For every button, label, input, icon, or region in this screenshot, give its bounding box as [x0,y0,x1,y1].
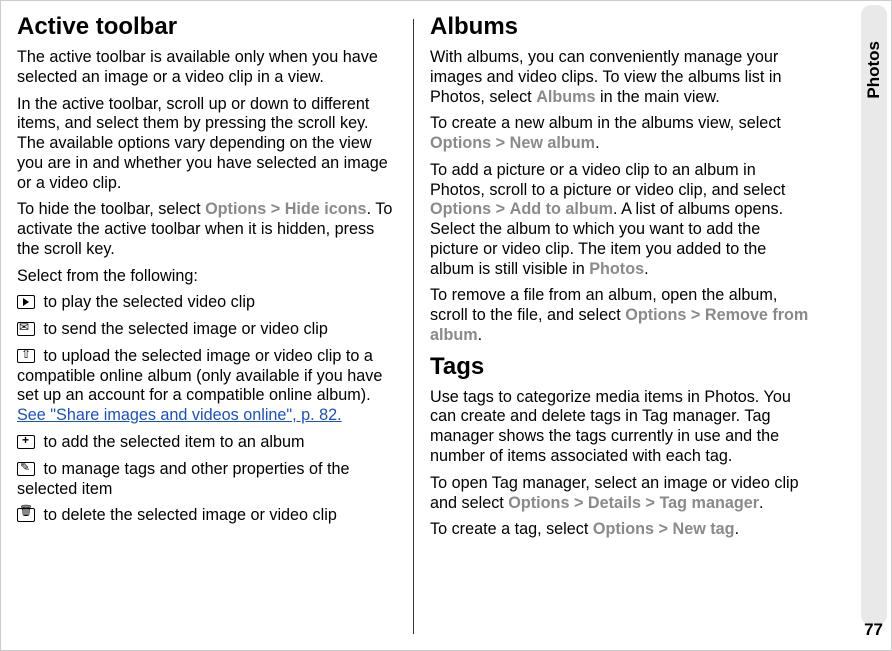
menu-options: Options [625,306,686,324]
menu-new-tag: New tag [673,520,735,538]
manage-tags-icon [17,462,35,476]
menu-options: Options [205,200,266,218]
chevron-icon: > [574,494,583,512]
menu-options: Options [508,494,569,512]
list-item: to delete the selected image or video cl… [17,506,397,526]
paragraph: In the active toolbar, scroll up or down… [17,95,397,194]
chevron-icon: > [691,306,700,324]
text: to send the selected image or video clip [39,320,328,338]
text: in the main view. [596,88,720,106]
page: Photos Active toolbar The active toolbar… [0,0,892,651]
page-number: 77 [864,620,883,640]
menu-options: Options [430,200,491,218]
menu-albums: Albums [536,88,595,106]
chevron-icon: > [659,520,668,538]
content: Active toolbar The active toolbar is ava… [1,1,841,651]
paragraph: The active toolbar is available only whe… [17,48,397,88]
list-item: to manage tags and other properties of t… [17,460,397,500]
paragraph: To open Tag manager, select an image or … [430,474,810,514]
heading-albums: Albums [430,13,810,41]
list-item: to upload the selected image or video cl… [17,347,397,426]
send-icon [17,322,35,336]
chevron-icon: > [496,200,505,218]
menu-details: Details [588,494,641,512]
chevron-icon: > [496,134,505,152]
heading-tags: Tags [430,353,810,381]
text: . [478,326,483,344]
text: To add a picture or a video clip to an a… [430,161,785,199]
column-divider [413,19,414,634]
text: to add the selected item to an album [39,433,304,451]
upload-icon [17,349,35,363]
link-share-online[interactable]: See "Share images and videos online", p.… [17,406,342,424]
list-item: to add the selected item to an album [17,433,397,453]
text: . [735,520,740,538]
paragraph: To hide the toolbar, select Options > Hi… [17,200,397,259]
paragraph: To create a new album in the albums view… [430,114,810,154]
text: . [759,494,764,512]
text: . [644,260,649,278]
paragraph: To create a tag, select Options > New ta… [430,520,810,540]
text: to play the selected video clip [39,293,255,311]
menu-tag-manager: Tag manager [659,494,759,512]
text: To hide the toolbar, select [17,200,205,218]
left-column: Active toolbar The active toolbar is ava… [17,11,413,642]
menu-options: Options [430,134,491,152]
paragraph: To add a picture or a video clip to an a… [430,161,810,280]
paragraph: Select from the following: [17,267,397,287]
paragraph: Use tags to categorize media items in Ph… [430,388,810,467]
menu-hide-icons: Hide icons [285,200,367,218]
text: to delete the selected image or video cl… [39,506,337,524]
text: To create a new album in the albums view… [430,114,781,132]
side-tab-label: Photos [864,41,884,99]
right-column: Albums With albums, you can conveniently… [430,11,826,642]
list-item: to send the selected image or video clip [17,320,397,340]
text: to manage tags and other properties of t… [17,460,349,498]
delete-icon [17,508,35,522]
menu-new-album: New album [510,134,595,152]
text: . [595,134,600,152]
list-item: to play the selected video clip [17,293,397,313]
menu-options: Options [593,520,654,538]
paragraph: With albums, you can conveniently manage… [430,48,810,107]
app-photos: Photos [589,260,644,278]
text: to upload the selected image or video cl… [17,347,382,405]
menu-add-to-album: Add to album [510,200,613,218]
side-tab: Photos [861,5,887,625]
chevron-icon: > [646,494,655,512]
paragraph: To remove a file from an album, open the… [430,286,810,345]
play-icon [17,295,35,309]
add-to-album-icon [17,435,35,449]
heading-active-toolbar: Active toolbar [17,13,397,41]
chevron-icon: > [271,200,280,218]
text: To create a tag, select [430,520,593,538]
